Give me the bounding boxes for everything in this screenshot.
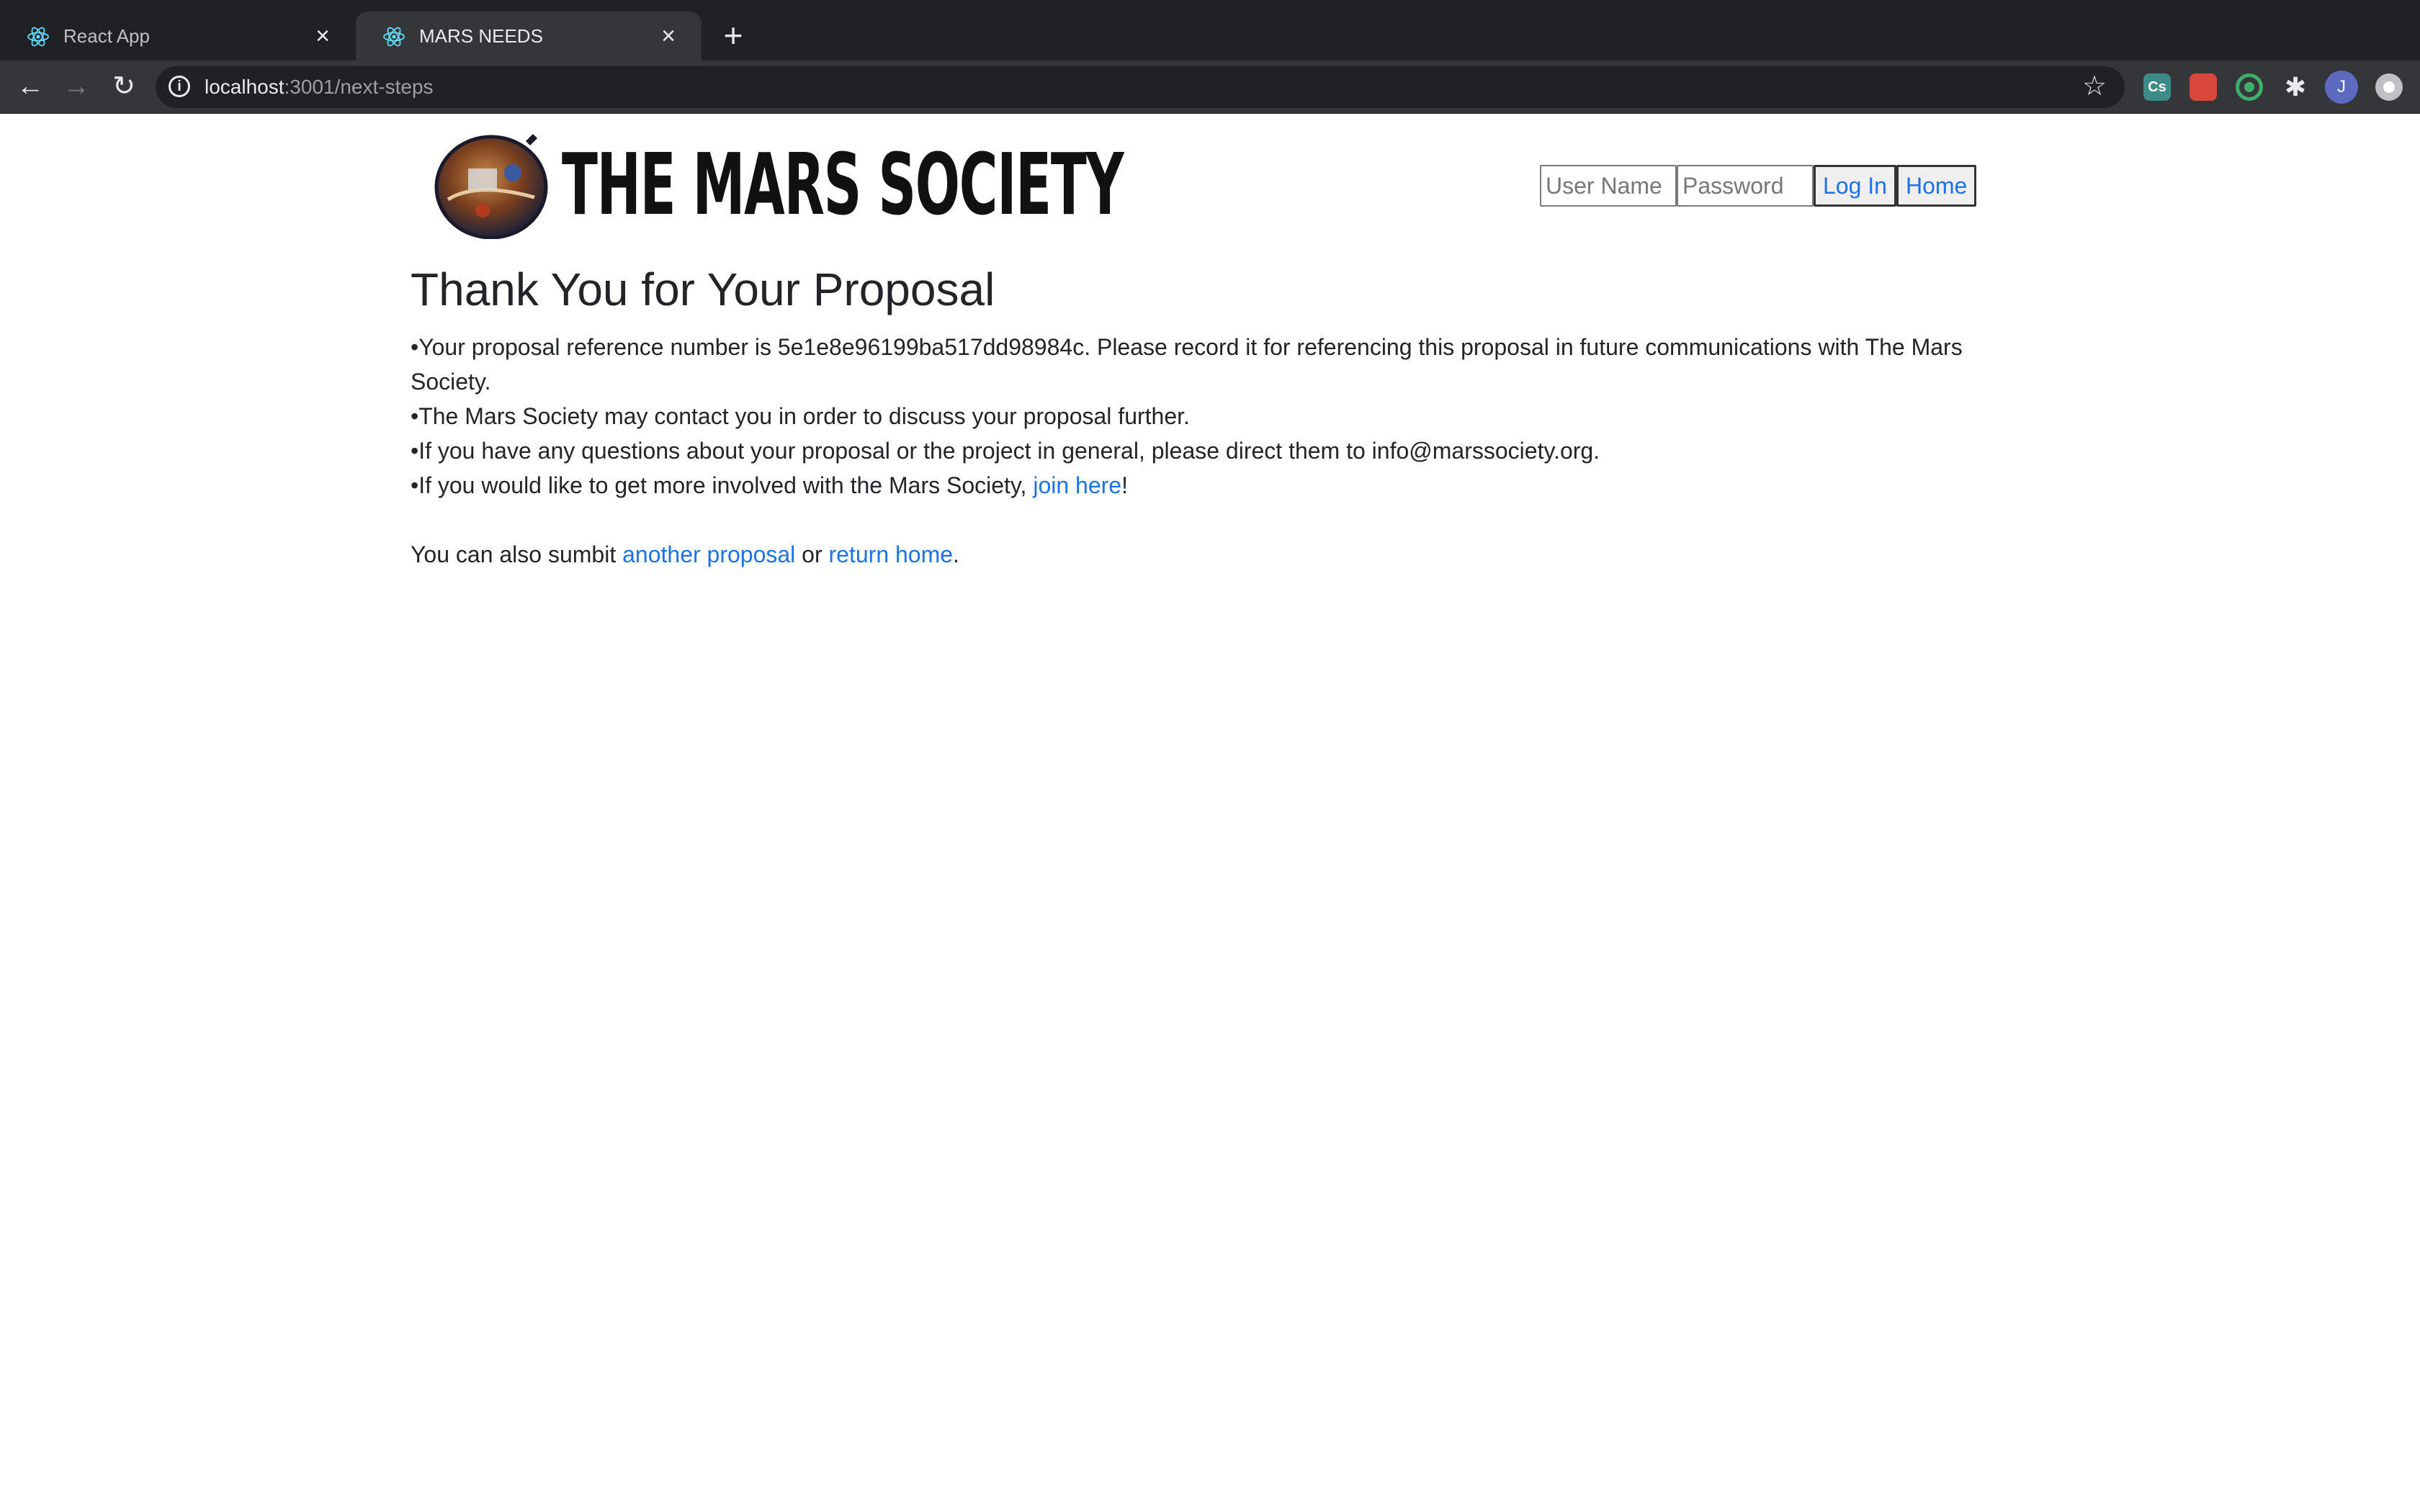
address-bar[interactable]: i localhost:3001/next-steps ☆ xyxy=(156,66,2125,108)
main-content: Thank You for Your Proposal •Your propos… xyxy=(411,259,2024,572)
profile-sync-icon[interactable] xyxy=(2375,73,2403,101)
password-input[interactable] xyxy=(1677,165,1814,207)
get-involved-line: •If you would like to get more involved … xyxy=(411,472,1128,498)
next-actions-line: You can also sumbit another proposal or … xyxy=(411,541,959,567)
new-tab-button[interactable]: + xyxy=(717,16,749,55)
extension-cs-icon[interactable]: Cs xyxy=(2143,73,2171,101)
browser-tab-bar: React App × MARS NEEDS × + xyxy=(0,0,2420,60)
logo-wordmark: THE MARS SOCIETY xyxy=(562,135,1124,234)
extension-red-icon[interactable] xyxy=(2190,73,2217,101)
react-icon xyxy=(383,27,405,47)
forward-arrow-icon[interactable]: → xyxy=(62,72,91,101)
mars-society-logo: THE MARS SOCIETY xyxy=(434,128,1124,242)
tab-title: MARS NEEDS xyxy=(419,25,543,47)
tab-react-app[interactable]: React App × xyxy=(0,12,356,60)
home-button[interactable]: Home xyxy=(1896,165,1977,207)
puzzle-icon[interactable]: ✱ xyxy=(2282,73,2309,101)
close-icon[interactable]: × xyxy=(308,22,337,50)
login-button[interactable]: Log In xyxy=(1814,165,1896,207)
close-icon[interactable]: × xyxy=(654,22,683,50)
username-input[interactable] xyxy=(1540,165,1677,207)
contact-notice-line: •The Mars Society may contact you in ord… xyxy=(411,403,1190,429)
url-text[interactable]: localhost:3001/next-steps xyxy=(205,66,434,108)
react-icon xyxy=(27,27,49,47)
tab-title: React App xyxy=(63,25,150,47)
avatar[interactable]: J xyxy=(2325,71,2358,104)
browser-toolbar: ← → ↻ i localhost:3001/next-steps ☆ Cs ✱… xyxy=(0,60,2420,114)
reference-number-line: •Your proposal reference number is 5e1e8… xyxy=(411,334,1963,395)
extension-green-icon[interactable] xyxy=(2236,73,2263,101)
page-title: Thank You for Your Proposal xyxy=(411,264,995,315)
another-proposal-link[interactable]: another proposal xyxy=(622,541,795,567)
info-icon[interactable]: i xyxy=(169,76,190,97)
return-home-link[interactable]: return home xyxy=(829,541,954,567)
reload-icon[interactable]: ↻ xyxy=(109,72,138,101)
back-arrow-icon[interactable]: ← xyxy=(16,72,45,101)
bookmark-star-icon[interactable]: ☆ xyxy=(2079,71,2110,102)
questions-line: •If you have any questions about your pr… xyxy=(411,438,1600,464)
login-form: Log In Home xyxy=(1540,165,1977,207)
tab-mars-needs[interactable]: MARS NEEDS × xyxy=(356,12,702,60)
join-here-link[interactable]: join here xyxy=(1033,472,1121,498)
mars-globe-icon xyxy=(434,134,548,239)
